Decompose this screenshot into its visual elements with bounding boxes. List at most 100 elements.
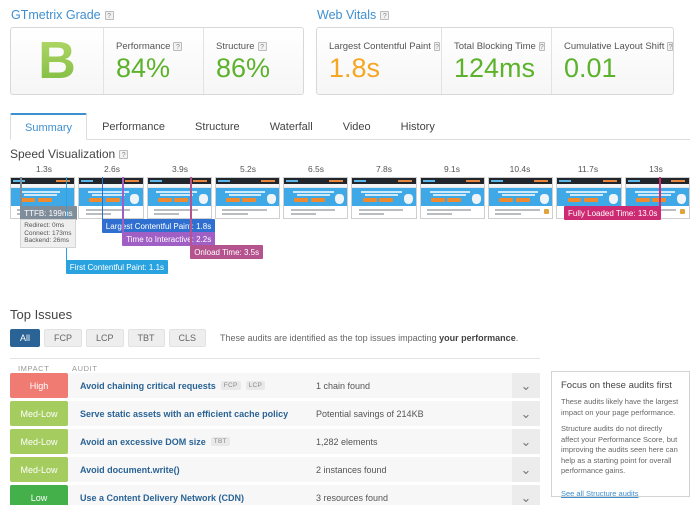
question-mark-icon[interactable]: ? (667, 42, 674, 51)
audit-row[interactable]: Med-Low Serve static assets with an effic… (10, 401, 540, 426)
audit-link[interactable]: Avoid chaining critical requests (80, 381, 216, 391)
web-vitals-title: Web Vitals ? (317, 8, 674, 22)
filter-chip-fcp[interactable]: FCP (44, 329, 83, 347)
audit-link[interactable]: Use a Content Delivery Network (CDN) (80, 493, 244, 503)
ttfb-breakdown-box: Redirect: 0ms Connect: 173ms Backend: 26ms (20, 219, 76, 248)
top-issues-title: Top Issues (10, 307, 73, 322)
tab-waterfall[interactable]: Waterfall (255, 113, 328, 140)
cls-label-row: Cumulative Layout Shift ? (564, 41, 674, 52)
performance-label: Performance (116, 41, 171, 52)
audit-row[interactable]: High Avoid chaining critical requests FCP L… (10, 373, 540, 398)
tab-structure[interactable]: Structure (180, 113, 255, 140)
focus-panel: Focus on these audits first These audits… (551, 371, 690, 498)
tab-video[interactable]: Video (328, 113, 386, 140)
tbt-label: Total Blocking Time (454, 41, 536, 52)
audit-row[interactable]: Med-Low Avoid document.write() 2 instances… (10, 457, 540, 482)
audit-link[interactable]: Avoid an excessive DOM size (80, 437, 206, 447)
timeline-event-label[interactable]: Largest Contentful Paint: 1.8s (101, 219, 216, 233)
chevron-down-icon[interactable]: ⌄ (512, 401, 540, 426)
impact-badge: Low (10, 485, 68, 505)
filter-chip-tbt[interactable]: TBT (127, 329, 165, 347)
lcp-label: Largest Contentful Paint (329, 41, 431, 52)
question-mark-icon[interactable]: ? (119, 149, 129, 159)
frame-hero (147, 188, 211, 206)
timeline-tick: 6.5s (307, 164, 325, 174)
see-all-structure-audits-link[interactable]: See all Structure audits (561, 489, 639, 498)
frame-navbar (557, 178, 621, 184)
column-header-impact: IMPACT (18, 364, 50, 373)
filter-note: These audits are identified as the top i… (220, 333, 518, 343)
chevron-down-icon[interactable]: ⌄ (512, 485, 540, 505)
question-mark-icon[interactable]: ? (104, 10, 114, 20)
tbt-value: 124ms (454, 53, 536, 83)
chevron-down-icon[interactable]: ⌄ (512, 457, 540, 482)
gtmetrix-grade-block: GTmetrix Grade ? B Performance ? 84% Str… (10, 8, 304, 95)
audit-row[interactable]: Low Use a Content Delivery Network (CDN) 3… (10, 485, 540, 505)
frame-navbar (79, 178, 143, 184)
chevron-down-icon[interactable]: ⌄ (512, 373, 540, 398)
scorecards-row: GTmetrix Grade ? B Performance ? 84% Str… (0, 0, 700, 95)
audit-name-cell: Avoid document.write() (68, 457, 316, 482)
audits-table-header: IMPACT AUDIT (10, 358, 540, 373)
performance-score-cell: Performance ? 84% (103, 28, 203, 94)
cls-cell: Cumulative Layout Shift ? 0.01 (551, 28, 674, 94)
question-mark-icon[interactable]: ? (433, 42, 440, 51)
audit-link[interactable]: Avoid document.write() (80, 465, 180, 475)
audit-name-cell: Serve static assets with an efficient ca… (68, 401, 316, 426)
timeline-event-label[interactable]: Onload Time: 3.5s (190, 245, 264, 259)
speed-visualization-title-text: Speed Visualization (10, 147, 116, 161)
impact-badge: Med-Low (10, 401, 68, 426)
chevron-down-icon[interactable]: ⌄ (512, 429, 540, 454)
web-vitals-block: Web Vitals ? Largest Contentful Paint ? … (316, 8, 674, 95)
timeline-event-label[interactable]: TTFB: 199ms (20, 206, 77, 220)
tab-performance[interactable]: Performance (87, 113, 180, 140)
question-mark-icon[interactable]: ? (538, 42, 545, 51)
timeline-tick: 3.9s (171, 164, 189, 174)
filter-chip-all[interactable]: All (10, 329, 41, 347)
ttfb-breakdown-item: Redirect: 0ms (24, 222, 65, 229)
audit-row[interactable]: Med-Low Avoid an excessive DOM size TBT 1,2… (10, 429, 540, 454)
audit-link[interactable]: Serve static assets with an efficient ca… (80, 409, 288, 419)
filter-chip-cls[interactable]: CLS (168, 329, 207, 347)
focus-panel-paragraph-2: Structure audits do not directly affect … (561, 424, 678, 475)
frame-navbar (352, 178, 416, 184)
frame-hero (420, 188, 485, 206)
question-mark-icon[interactable]: ? (380, 10, 390, 20)
audit-tag: FCP (220, 381, 241, 390)
filter-note-suffix: . (515, 333, 519, 343)
frame-hero (489, 188, 553, 206)
timeline-event-label[interactable]: Fully Loaded Time: 13.0s (564, 206, 662, 220)
timeline-event-label[interactable]: Time to Interactive: 2.2s (122, 232, 216, 246)
ttfb-breakdown-item: Backend: 26ms (24, 237, 69, 244)
audit-name-cell: Avoid an excessive DOM size TBT (68, 429, 316, 454)
impact-badge: Med-Low (10, 429, 68, 454)
frame-navbar (215, 178, 280, 184)
grade-letter: B (38, 32, 76, 90)
timeline-event-label[interactable]: First Contentful Paint: 1.1s (65, 260, 169, 274)
gtmetrix-grade-title-text: GTmetrix Grade (11, 8, 101, 22)
filter-chip-group: All FCP LCP TBT CLS (10, 329, 207, 347)
impact-badge: High (10, 373, 68, 398)
timeline-annotations: TTFB: 199ms First Contentful Paint: 1.1s L… (10, 206, 690, 292)
timeline-tick: 13s (649, 164, 663, 174)
ttfb-breakdown-item: Connect: 173ms (24, 229, 72, 237)
column-header-audit: AUDIT (72, 364, 98, 373)
audit-detail: 2 instances found (316, 464, 387, 475)
question-mark-icon[interactable]: ? (257, 42, 267, 51)
structure-score-cell: Structure ? 86% (203, 28, 303, 94)
performance-value: 84% (116, 53, 171, 83)
frame-navbar (489, 178, 553, 184)
frame-navbar (284, 178, 348, 184)
timeline-tick: 2.6s (103, 164, 121, 174)
report-tabs: Summary Performance Structure Waterfall Vide… (10, 113, 690, 140)
lcp-cell: Largest Contentful Paint ? 1.8s (317, 28, 441, 94)
speed-visualization-title: Speed Visualization ? (10, 147, 129, 161)
timeline-tick: 9.1s (443, 164, 461, 174)
top-issues-filters: All FCP LCP TBT CLS These audits are identif… (10, 329, 518, 347)
frame-navbar (420, 178, 485, 184)
tab-history[interactable]: History (386, 113, 450, 140)
tab-summary[interactable]: Summary (10, 113, 88, 140)
filter-chip-lcp[interactable]: LCP (86, 329, 124, 347)
question-mark-icon[interactable]: ? (173, 42, 183, 51)
timeline-tick: 5.2s (239, 164, 257, 174)
